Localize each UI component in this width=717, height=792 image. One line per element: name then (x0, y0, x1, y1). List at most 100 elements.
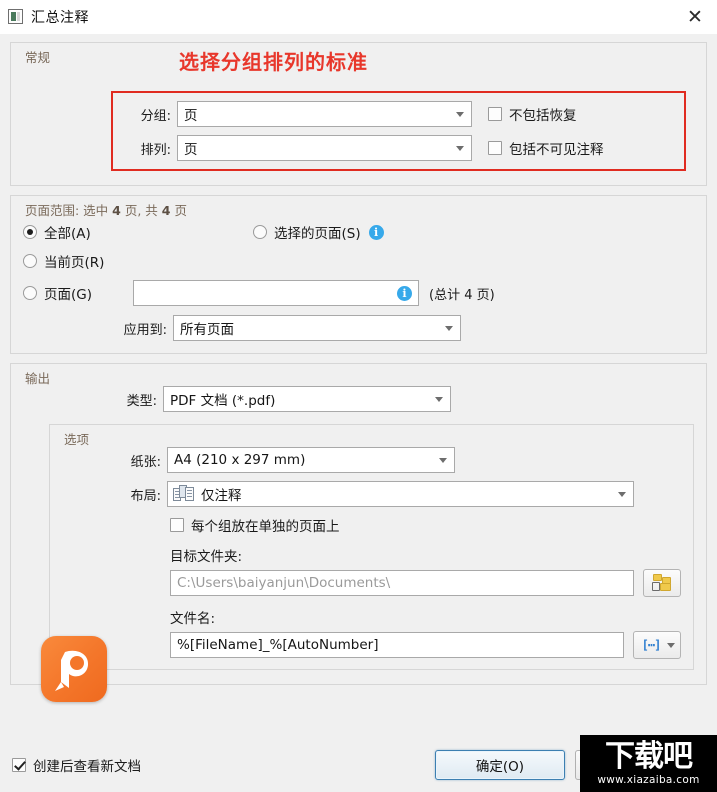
filename-row: %[FileName]_%[AutoNumber] [⋯] (170, 631, 681, 659)
red-highlight-box: 分组: 页 不包括恢复 排列: 页 包括不可见注释 (111, 91, 686, 171)
chevron-down-icon (456, 112, 464, 117)
sort-by-label: 排列: (140, 142, 171, 158)
general-group-label: 常规 (25, 50, 51, 65)
apply-to-label: 应用到: (123, 322, 167, 338)
view-after-create-checkbox[interactable]: 创建后查看新文档 (12, 755, 141, 775)
dest-folder-value: C:\Users\baiyanjun\Documents\ (177, 575, 391, 591)
radio-all-pages[interactable]: 全部(A) (23, 222, 253, 242)
layout-label: 布局: (130, 488, 161, 504)
filename-input[interactable]: %[FileName]_%[AutoNumber] (170, 632, 624, 658)
radio-all-pages-label: 全部(A) (44, 226, 91, 242)
checkbox-box (12, 758, 26, 772)
logo-glyph (55, 650, 89, 691)
sort-by-row: 排列: 页 包括不可见注释 (121, 135, 676, 161)
page-range-header: 页面范围: 选中 4 页, 共 4 页 (25, 200, 187, 219)
filename-label: 文件名: (170, 611, 216, 627)
chevron-down-icon (445, 326, 453, 331)
dest-folder-input[interactable]: C:\Users\baiyanjun\Documents\ (170, 570, 634, 596)
radio-dot (23, 225, 37, 239)
chevron-down-icon (439, 458, 447, 463)
paper-select[interactable]: A4 (210 x 297 mm) (167, 447, 455, 473)
layout-row: 布局: 仅注释 (62, 481, 681, 507)
sort-by-value: 页 (184, 142, 198, 158)
page-range-suffix: 页 (170, 203, 187, 218)
watermark-overlay: 下载吧 www.xiazaiba.com (580, 735, 717, 792)
group-by-row: 分组: 页 不包括恢复 (121, 101, 676, 127)
radio-pages[interactable]: 页面(G) (23, 283, 133, 303)
type-select[interactable]: PDF 文档 (*.pdf) (163, 386, 451, 412)
exclude-reply-label: 不包括恢复 (509, 108, 577, 124)
page-range-prefix: 页面范围: 选中 (25, 203, 113, 218)
layout-select[interactable]: 仅注释 (167, 481, 634, 507)
apply-to-select[interactable]: 所有页面 (173, 315, 461, 341)
range-option-row-1: 全部(A) 选择的页面(S) i (23, 222, 694, 242)
checkbox-box (170, 518, 184, 532)
chevron-down-icon (435, 397, 443, 402)
dest-folder-label: 目标文件夹: (170, 549, 243, 565)
include-hidden-checkbox[interactable]: 包括不可见注释 (488, 138, 604, 158)
dest-folder-row: C:\Users\baiyanjun\Documents\ (170, 569, 681, 597)
type-value: PDF 文档 (*.pdf) (170, 393, 276, 409)
info-icon[interactable]: i (397, 286, 412, 301)
page-range-group: 页面范围: 选中 4 页, 共 4 页 全部(A) 选择的页面(S) i 当前页… (10, 195, 707, 354)
exclude-reply-checkbox[interactable]: 不包括恢复 (488, 104, 577, 124)
radio-selected-pages-label: 选择的页面(S) (274, 226, 361, 242)
watermark-title: 下载吧 (605, 738, 693, 774)
dest-folder-block: 目标文件夹: C:\Users\baiyanjun\Documents\ 文件名… (170, 545, 681, 659)
sort-by-select[interactable]: 页 (177, 135, 472, 161)
chevron-down-icon (456, 146, 464, 151)
page-range-selected-count: 4 (112, 203, 121, 218)
radio-dot (23, 254, 37, 268)
paper-label: 纸张: (130, 454, 161, 470)
separate-page-label: 每个组放在单独的页面上 (191, 519, 340, 535)
pages-total-note: (总计 4 页) (429, 287, 495, 303)
type-label: 类型: (126, 393, 157, 409)
documents-stack-icon (173, 485, 195, 503)
pdfelement-logo (41, 636, 107, 702)
radio-pages-label: 页面(G) (44, 287, 92, 303)
dialog-body: 常规 选择分组排列的标准 分组: 页 不包括恢复 排列: 页 包括不可见注释 页… (0, 34, 717, 792)
pages-input[interactable]: i (133, 280, 419, 306)
browse-folder-button[interactable] (643, 569, 681, 597)
watermark-url: www.xiazaiba.com (597, 773, 700, 786)
options-group-label: 选项 (64, 432, 90, 447)
options-group: 选项 纸张: A4 (210 x 297 mm) 布局: 仅注释 每个组放在单独… (49, 424, 694, 670)
output-group-label: 输出 (25, 371, 51, 386)
title-bar: 汇总注释 ✕ (0, 0, 717, 34)
folder-browse-icon (651, 574, 673, 592)
ok-button[interactable]: 确定(O) (435, 750, 565, 780)
apply-to-value: 所有页面 (180, 322, 234, 338)
macro-brackets-icon: [⋯] (641, 638, 662, 652)
checkbox-box (488, 141, 502, 155)
general-group: 常规 选择分组排列的标准 分组: 页 不包括恢复 排列: 页 包括不可见注释 (10, 42, 707, 186)
radio-current-page-label: 当前页(R) (44, 255, 105, 271)
paper-value: A4 (210 x 297 mm) (174, 452, 306, 468)
document-icon (8, 9, 23, 24)
filename-macro-button[interactable]: [⋯] (633, 631, 681, 659)
separate-page-checkbox[interactable]: 每个组放在单独的页面上 (170, 515, 681, 535)
radio-current-page[interactable]: 当前页(R) (23, 251, 104, 271)
info-icon[interactable]: i (368, 224, 384, 240)
group-by-select[interactable]: 页 (177, 101, 472, 127)
include-hidden-label: 包括不可见注释 (509, 142, 604, 158)
chevron-down-icon (667, 642, 675, 648)
layout-value: 仅注释 (201, 488, 242, 504)
range-option-row-3: 页面(G) i (总计 4 页) (23, 280, 694, 306)
radio-selected-pages[interactable]: 选择的页面(S) i (253, 222, 384, 242)
page-range-mid: 页, 共 (120, 203, 162, 218)
radio-dot (253, 225, 267, 239)
type-row: 类型: PDF 文档 (*.pdf) (23, 386, 694, 412)
range-option-row-2: 当前页(R) (23, 251, 694, 271)
paper-row: 纸张: A4 (210 x 297 mm) (62, 447, 681, 473)
close-icon[interactable]: ✕ (673, 0, 717, 34)
output-group: 输出 类型: PDF 文档 (*.pdf) 选项 纸张: A4 (210 x 2… (10, 363, 707, 685)
red-annotation-text: 选择分组排列的标准 (179, 50, 368, 74)
radio-dot (23, 286, 37, 300)
checkbox-box (488, 107, 502, 121)
view-after-create-label: 创建后查看新文档 (33, 759, 141, 775)
apply-to-row: 应用到: 所有页面 (23, 315, 694, 341)
window-title: 汇总注释 (31, 9, 89, 26)
group-by-value: 页 (184, 108, 198, 124)
group-by-label: 分组: (140, 108, 171, 124)
filename-value: %[FileName]_%[AutoNumber] (177, 637, 379, 653)
